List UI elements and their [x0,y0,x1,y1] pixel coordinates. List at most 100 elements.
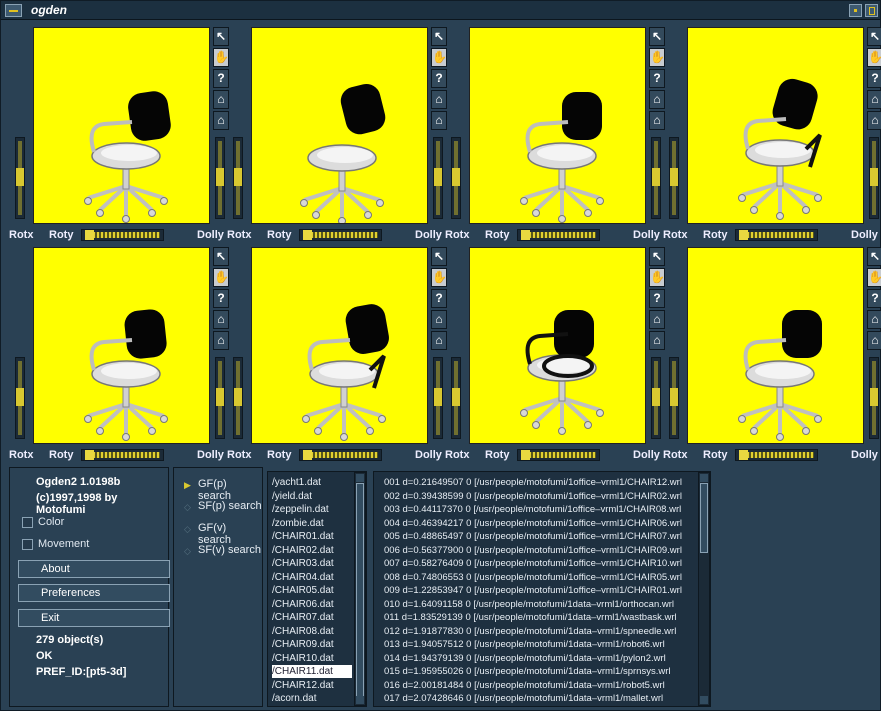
roty-slider[interactable] [299,229,382,241]
result-item[interactable]: 003 d=0.44117370 0 [/usr/people/motofumi… [384,503,681,516]
3d-viewport[interactable] [33,27,210,224]
file-list-item[interactable]: /CHAIR12.dat [272,679,352,692]
file-list-item[interactable]: /CHAIR01.dat [272,530,352,543]
result-item[interactable]: 010 d=1.64091158 0 [/usr/people/motofumi… [384,598,674,611]
rotx-slider[interactable] [669,137,679,219]
view-hand-icon[interactable]: ✋ [867,268,881,287]
dolly-slider[interactable] [215,357,225,439]
result-item[interactable]: 012 d=1.91877830 0 [/usr/people/motofumi… [384,625,676,638]
dolly-slider[interactable] [869,357,879,439]
window-menu-button[interactable] [5,4,22,17]
home-icon[interactable]: ⌂ [867,310,881,329]
rotx-slider[interactable] [233,137,243,219]
search-radio[interactable]: ◇ [184,524,194,534]
result-item[interactable]: 005 d=0.48865497 0 [/usr/people/motofumi… [384,530,682,543]
file-list-item[interactable]: /CHAIR08.dat [272,625,352,638]
3d-viewport[interactable] [251,247,428,444]
file-list-item[interactable]: /CHAIR09.dat [272,638,352,651]
file-list-item[interactable]: /CHAIR03.dat [272,557,352,570]
pick-arrow-icon[interactable]: ↖ [867,27,881,46]
file-list-item[interactable]: /CHAIR07.dat [272,611,352,624]
roty-slider[interactable] [735,229,818,241]
rotx-slider[interactable] [669,357,679,439]
3d-viewport[interactable] [469,27,646,224]
result-item[interactable]: 014 d=1.94379139 0 [/usr/people/motofumi… [384,652,666,665]
dolly-slider[interactable] [433,137,443,219]
file-list-item[interactable]: /acorn.dat [272,692,352,705]
result-item[interactable]: 006 d=0.56377900 0 [/usr/people/motofumi… [384,544,682,557]
preferences-button[interactable]: Preferences [18,584,170,602]
dolly-slider[interactable] [215,137,225,219]
search-option-label[interactable]: SF(p) search [198,500,262,512]
file-list-item[interactable]: /CHAIR04.dat [272,571,352,584]
search-option-label[interactable]: GF(p) search [198,478,262,502]
file-list-item[interactable]: /yield.dat [272,490,352,503]
scrollbar-thumb[interactable] [356,483,364,698]
file-list-item[interactable]: /zeppelin.dat [272,503,352,516]
result-item[interactable]: 011 d=1.83529139 0 [/usr/people/motofumi… [384,611,677,624]
result-item[interactable]: 013 d=1.94057512 0 [/usr/people/motofumi… [384,638,665,651]
rotx-slider[interactable] [15,137,25,219]
scrollbar-thumb[interactable] [700,483,708,553]
rotx-slider[interactable] [451,357,461,439]
3d-viewport[interactable] [469,247,646,444]
result-item[interactable]: 017 d=2.07428646 0 [/usr/people/motofumi… [384,692,663,705]
minimize-button[interactable] [849,4,862,17]
home-icon[interactable]: ⌂ [867,90,881,109]
result-item[interactable]: 007 d=0.58276409 0 [/usr/people/motofumi… [384,557,682,570]
file-list-item[interactable]: /zombie.dat [272,517,352,530]
3d-viewport[interactable] [251,27,428,225]
dolly-slider[interactable] [651,137,661,219]
file-list-item[interactable]: /yacht1.dat [272,476,352,489]
help-icon[interactable]: ? [867,289,881,308]
color-checkbox[interactable] [22,517,33,528]
maximize-button[interactable] [865,4,878,17]
set-home-icon[interactable]: ⌂ [867,331,881,350]
about-button[interactable]: About [18,560,170,578]
search-radio[interactable]: ◇ [184,502,194,512]
3d-viewport[interactable] [687,27,864,224]
roty-slider[interactable] [299,449,382,461]
search-radio[interactable]: ▶ [184,480,194,490]
3d-viewport[interactable] [33,247,210,444]
result-item[interactable]: 002 d=0.39438599 0 [/usr/people/motofumi… [384,490,682,503]
file-list-item[interactable]: /CHAIR10.dat [272,652,352,665]
exit-button[interactable]: Exit [18,609,170,627]
scroll-down-icon[interactable] [700,696,708,704]
dolly-slider[interactable] [869,137,879,219]
scroll-down-icon[interactable] [356,696,364,704]
search-option-label[interactable]: SF(v) search [198,544,261,556]
rotx-slider[interactable] [233,357,243,439]
3d-viewport[interactable] [687,247,864,444]
scroll-up-icon[interactable] [700,474,708,482]
search-radio[interactable]: ◇ [184,546,194,556]
pick-arrow-icon[interactable]: ↖ [867,247,881,266]
results-list[interactable]: 001 d=0.21649507 0 [/usr/people/motofumi… [373,471,711,707]
file-list-item[interactable]: /CHAIR06.dat [272,598,352,611]
set-home-icon[interactable]: ⌂ [867,111,881,130]
file-list-item[interactable]: /CHAIR02.dat [272,544,352,557]
results-scrollbar[interactable] [698,472,710,706]
roty-slider[interactable] [81,449,164,461]
file-list-item[interactable]: /CHAIR11.dat [272,665,352,678]
dolly-slider[interactable] [433,357,443,439]
search-option-label[interactable]: GF(v) search [198,522,262,546]
result-item[interactable]: 016 d=2.00181484 0 [/usr/people/motofumi… [384,679,665,692]
dolly-slider[interactable] [651,357,661,439]
result-item[interactable]: 001 d=0.21649507 0 [/usr/people/motofumi… [384,476,682,489]
file-list[interactable]: /yacht1.dat/yield.dat/zeppelin.dat/zombi… [267,471,367,707]
result-item[interactable]: 008 d=0.74806553 0 [/usr/people/motofumi… [384,571,682,584]
roty-slider[interactable] [735,449,818,461]
roty-slider[interactable] [517,449,600,461]
scroll-up-icon[interactable] [356,474,364,482]
view-hand-icon[interactable]: ✋ [867,48,881,67]
roty-slider[interactable] [81,229,164,241]
result-item[interactable]: 009 d=1.22853947 0 [/usr/people/motofumi… [384,584,682,597]
file-list-item[interactable]: /CHAIR05.dat [272,584,352,597]
movement-checkbox[interactable] [22,539,33,550]
rotx-slider[interactable] [15,357,25,439]
help-icon[interactable]: ? [867,69,881,88]
file-list-scrollbar[interactable] [354,472,366,706]
result-item[interactable]: 015 d=1.95955026 0 [/usr/people/motofumi… [384,665,670,678]
result-item[interactable]: 004 d=0.46394217 0 [/usr/people/motofumi… [384,517,682,530]
